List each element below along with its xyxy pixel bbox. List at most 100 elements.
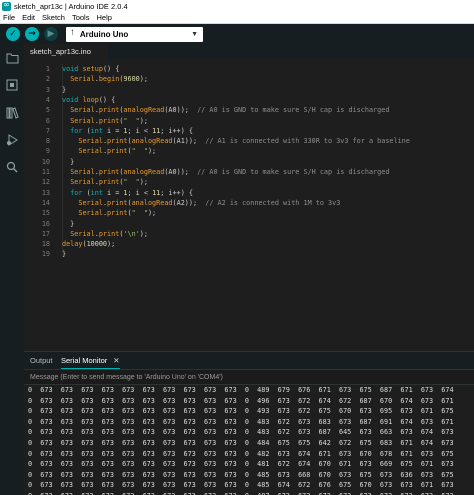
code-token: print bbox=[107, 209, 128, 218]
code-line: 16 } bbox=[24, 219, 464, 229]
code-token: } bbox=[62, 157, 75, 166]
code-token: for bbox=[70, 188, 87, 197]
line-code: Serial.begin(9600); bbox=[50, 74, 152, 84]
line-code: Serial.print(analogRead(A1)); // A1 is c… bbox=[50, 136, 410, 146]
code-token: () { bbox=[102, 65, 120, 73]
line-number: 11 bbox=[41, 168, 50, 176]
line-code: Serial.print(" "); bbox=[50, 177, 148, 187]
menu-bar: File Edit Sketch Tools Help bbox=[0, 12, 474, 24]
file-tab[interactable]: sketch_apr13c.ino bbox=[24, 44, 108, 59]
folder-icon[interactable] bbox=[5, 52, 19, 66]
code-token: // A0 is GND to make sure S/H cap is dis… bbox=[197, 106, 390, 115]
board-selector[interactable]: ⭫ Arduino Uno ▼ bbox=[66, 26, 203, 42]
arduino-logo-icon bbox=[2, 0, 11, 11]
panel-tabs: Output Serial Monitor ✕ bbox=[24, 351, 474, 369]
code-line: 19} bbox=[24, 249, 464, 259]
code-token: print bbox=[98, 116, 120, 125]
code-token: ; i < bbox=[127, 188, 153, 197]
code-token: " " bbox=[131, 209, 148, 218]
code-token: loop bbox=[82, 95, 99, 104]
code-line: 12 Serial.print(" "); bbox=[24, 177, 464, 187]
editor-tabbar: sketch_apr13c.ino bbox=[24, 44, 474, 59]
code-token: analogRead bbox=[123, 168, 165, 176]
tab-serial-monitor[interactable]: Serial Monitor ✕ bbox=[61, 356, 120, 369]
line-code: for (int i = 1; i < 11; i++) { bbox=[50, 126, 193, 136]
code-token: // A0 is GND to make sure S/H cap is dis… bbox=[197, 168, 390, 176]
code-token: ); bbox=[139, 116, 148, 125]
upload-button[interactable]: → bbox=[25, 27, 39, 41]
line-number: 12 bbox=[41, 178, 50, 187]
code-token: analogRead bbox=[131, 198, 173, 207]
debug-button[interactable]: ▶ bbox=[44, 27, 58, 41]
code-token: } bbox=[62, 250, 67, 259]
code-token: ; i < bbox=[127, 126, 153, 135]
code-token: Serial bbox=[70, 75, 95, 84]
library-manager-icon[interactable] bbox=[5, 107, 19, 121]
line-number: 9 bbox=[45, 147, 50, 156]
serial-line: 0 673 673 673 673 673 673 673 673 673 67… bbox=[28, 396, 454, 405]
line-number: 14 bbox=[41, 198, 50, 207]
code-token: ); bbox=[139, 178, 148, 187]
line-code: Serial.print(" "); bbox=[50, 146, 156, 156]
tab-output[interactable]: Output bbox=[30, 356, 53, 365]
code-token: (A2)); bbox=[172, 198, 206, 207]
line-number: 19 bbox=[41, 250, 50, 259]
code-token: ); bbox=[139, 75, 153, 84]
code-token: Serial bbox=[78, 198, 103, 207]
code-token: (A0)); bbox=[164, 168, 198, 176]
line-number: 2 bbox=[45, 75, 50, 84]
code-token: ); bbox=[107, 240, 116, 249]
debug-icon[interactable] bbox=[5, 134, 19, 148]
code-token: Serial bbox=[70, 106, 95, 115]
debug-play-icon: ▶ bbox=[47, 29, 55, 39]
menu-help[interactable]: Help bbox=[96, 13, 111, 22]
code-line: 10 } bbox=[24, 157, 464, 167]
code-token: Serial bbox=[78, 137, 103, 146]
menu-sketch[interactable]: Sketch bbox=[42, 13, 65, 22]
code-line: 13 for (int i = 1; i < 11; i++) { bbox=[24, 188, 464, 198]
serial-line: 0 673 673 673 673 673 673 673 673 673 67… bbox=[28, 407, 454, 416]
close-icon[interactable]: ✕ bbox=[113, 356, 119, 365]
code-token: Serial bbox=[70, 168, 95, 176]
line-number: 5 bbox=[45, 106, 50, 115]
code-token: print bbox=[98, 106, 120, 115]
checkmark-icon: ✓ bbox=[9, 29, 17, 39]
chevron-down-icon: ▼ bbox=[191, 30, 198, 38]
menu-file[interactable]: File bbox=[3, 13, 15, 22]
line-number: 7 bbox=[45, 126, 50, 135]
code-editor[interactable]: 1 void setup() {2 Serial.begin(9600); 3} 4… bbox=[24, 59, 474, 351]
code-token: ); bbox=[147, 147, 157, 156]
code-token: delay bbox=[62, 240, 83, 249]
line-number: 15 bbox=[41, 209, 50, 218]
line-code: } bbox=[50, 157, 74, 167]
line-code: Serial.print('\n'); bbox=[50, 229, 148, 239]
code-token: print bbox=[107, 198, 128, 207]
code-token: ); bbox=[147, 209, 157, 218]
code-token: print bbox=[107, 147, 128, 156]
code-token: " " bbox=[123, 178, 140, 187]
boards-manager-icon[interactable] bbox=[5, 79, 19, 93]
code-line: 1 void setup() { bbox=[24, 64, 464, 74]
code-line: 4 void loop() { bbox=[24, 95, 464, 105]
code-token: ); bbox=[139, 229, 148, 238]
code-token: } bbox=[62, 219, 75, 228]
verify-button[interactable]: ✓ bbox=[6, 27, 20, 41]
serial-message-input[interactable]: Message (Enter to send message to 'Ardui… bbox=[24, 369, 474, 385]
menu-tools[interactable]: Tools bbox=[72, 13, 90, 22]
arrow-right-icon: → bbox=[28, 29, 36, 39]
code-token: print bbox=[98, 168, 120, 176]
line-code: Serial.print(analogRead(A0)); // A0 is G… bbox=[50, 105, 389, 115]
window-title: sketch_apr13c | Arduino IDE 2.0.4 bbox=[14, 1, 128, 11]
menu-edit[interactable]: Edit bbox=[22, 13, 35, 22]
window-titlebar: sketch_apr13c | Arduino IDE 2.0.4 bbox=[0, 0, 474, 12]
code-token: for bbox=[70, 126, 87, 135]
serial-line: 0 673 673 673 673 673 673 673 673 673 67… bbox=[28, 438, 454, 447]
code-line: 17 Serial.print('\n'); bbox=[24, 229, 464, 239]
search-icon[interactable] bbox=[5, 161, 19, 175]
line-code: void loop() { bbox=[50, 95, 115, 105]
